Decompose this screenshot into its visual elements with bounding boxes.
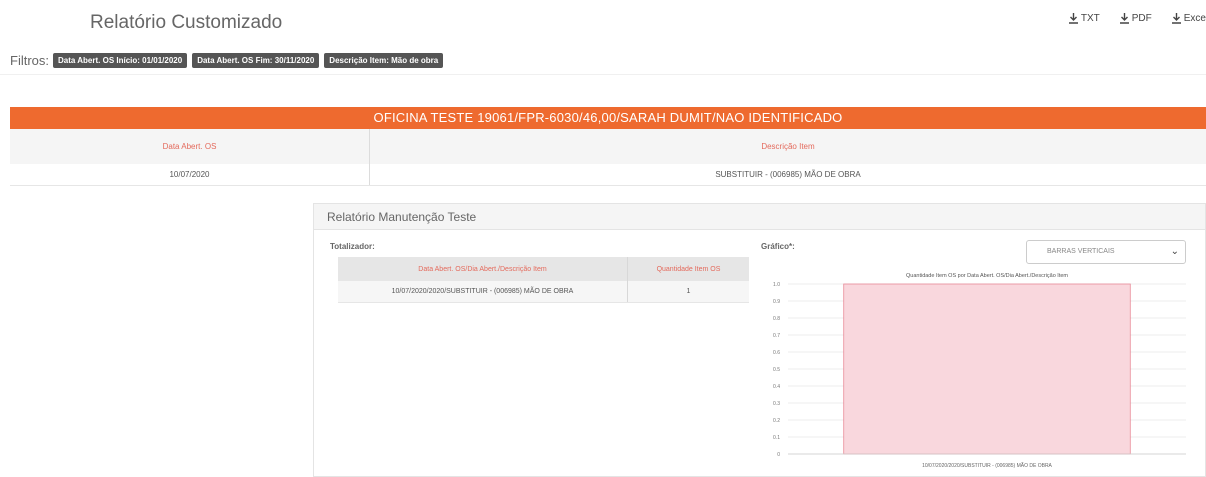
- chart-label: Gráfico*:: [761, 242, 795, 251]
- export-pdf-button[interactable]: PDF: [1119, 13, 1152, 24]
- x-tick-label: 10/07/2020/2020/SUBSTITUIR - (006985) MÃ…: [922, 462, 1052, 469]
- bar: [843, 283, 1131, 455]
- export-toolbar: TXT PDF Exce: [1049, 13, 1206, 24]
- table-row: 10/07/2020/2020/SUBSTITUIR - (006985) MÃ…: [338, 281, 749, 303]
- filter-tag-start-date: Data Abert. OS Início: 01/01/2020: [53, 53, 188, 68]
- totalizer-table: Data Abert. OS/Dia Abert./Descrição Item…: [338, 257, 749, 303]
- download-icon: [1119, 13, 1129, 24]
- chart-type-value: BARRAS VERTICAIS: [1047, 248, 1115, 255]
- workshop-banner: OFICINA TESTE 19061/FPR-6030/46,00/SARAH…: [10, 107, 1206, 129]
- y-tick-label: 0.2: [773, 418, 780, 424]
- column-header-grouping[interactable]: Data Abert. OS/Dia Abert./Descrição Item: [338, 257, 628, 281]
- y-tick-label: 0.8: [773, 316, 780, 322]
- column-header-quantity[interactable]: Quantidade Item OS: [628, 257, 749, 281]
- y-tick-label: 0: [777, 452, 780, 458]
- export-pdf-label: PDF: [1131, 13, 1152, 24]
- y-tick-label: 1.0: [773, 282, 780, 288]
- page-header: Relatório Customizado TXT PDF Exce: [0, 0, 1206, 44]
- export-excel-button[interactable]: Exce: [1171, 13, 1206, 24]
- report-panel: Relatório Manutenção Teste Totalizador: …: [313, 203, 1206, 477]
- divider: [0, 74, 1206, 75]
- export-txt-button[interactable]: TXT: [1068, 13, 1100, 24]
- detail-table-header: Data Abert. OS Descrição Item: [10, 129, 1206, 164]
- report-panel-title: Relatório Manutenção Teste: [314, 204, 1205, 230]
- cell-quantity: 1: [686, 288, 691, 295]
- download-icon: [1171, 13, 1181, 24]
- chart-type-select[interactable]: BARRAS VERTICAIS ⌄: [1026, 240, 1186, 264]
- totalizer-label: Totalizador:: [330, 242, 375, 251]
- y-tick-label: 0.9: [773, 299, 780, 305]
- page-title: Relatório Customizado: [90, 12, 283, 33]
- y-tick-label: 0.4: [773, 384, 780, 390]
- chart-title: Quantidade Item OS por Data Abert. OS/Di…: [906, 273, 1068, 279]
- totalizer-table-header: Data Abert. OS/Dia Abert./Descrição Item…: [338, 257, 749, 281]
- chevron-down-icon: ⌄: [1170, 246, 1179, 257]
- export-txt-label: TXT: [1080, 13, 1100, 24]
- y-tick-label: 0.1: [773, 435, 780, 441]
- export-excel-label: Exce: [1183, 13, 1206, 24]
- column-header-description[interactable]: Descrição Item: [370, 129, 1206, 164]
- y-tick-label: 0.5: [773, 367, 780, 373]
- y-tick-label: 0.7: [773, 333, 780, 339]
- filters-label: Filtros:: [10, 53, 49, 68]
- bar-chart: Quantidade Item OS por Data Abert. OS/Di…: [773, 273, 1186, 469]
- cell-date: 10/07/2020: [10, 164, 370, 185]
- column-header-date[interactable]: Data Abert. OS: [10, 129, 370, 164]
- detail-table-header-area: Data Abert. OS Descrição Item: [10, 129, 1206, 164]
- table-row: 10/07/2020 SUBSTITUIR - (006985) MÃO DE …: [10, 164, 1206, 186]
- y-tick-label: 0.6: [773, 350, 780, 356]
- cell-grouping: 10/07/2020/2020/SUBSTITUIR - (006985) MÃ…: [338, 281, 628, 302]
- filters-bar: Filtros: Data Abert. OS Início: 01/01/20…: [10, 53, 448, 68]
- filter-tag-end-date: Data Abert. OS Fim: 30/11/2020: [192, 53, 320, 68]
- cell-description: SUBSTITUIR - (006985) MÃO DE OBRA: [715, 170, 861, 179]
- download-icon: [1068, 13, 1078, 24]
- filter-tag-item-description: Descrição Item: Mão de obra: [324, 53, 444, 68]
- y-tick-label: 0.3: [773, 401, 780, 407]
